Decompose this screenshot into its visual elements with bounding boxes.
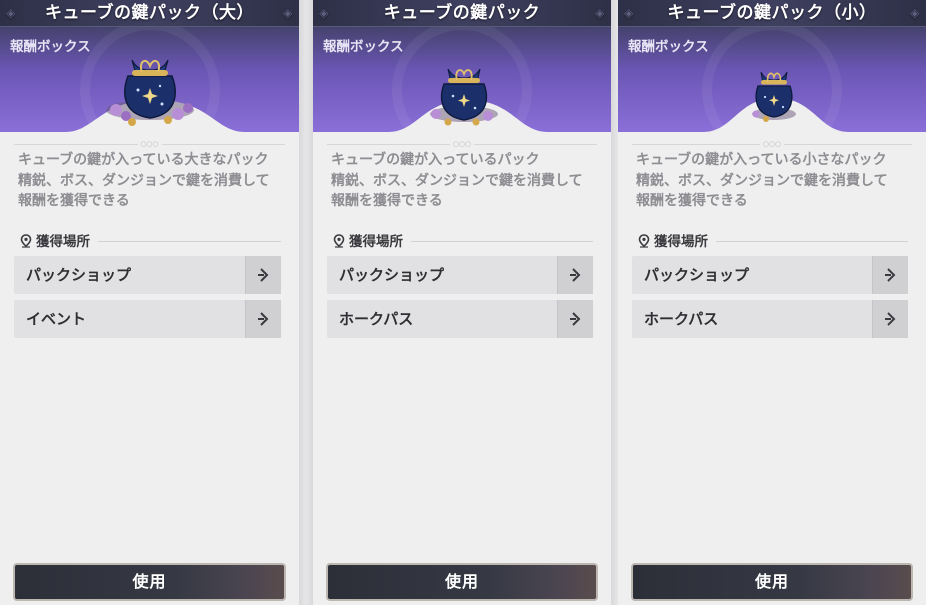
go-arrow-icon[interactable] bbox=[872, 300, 908, 338]
panel-header: ◈ キューブの鍵パック ◈ 報酬ボックス bbox=[313, 0, 611, 132]
title-ornament-icon: ◈ bbox=[624, 6, 634, 20]
use-button[interactable]: 使用 bbox=[13, 563, 286, 601]
source-link-pack-shop[interactable]: パックショップ bbox=[327, 256, 593, 294]
panel-header: ◈ キューブの鍵パック（大） ◈ 報酬ボックス bbox=[0, 0, 299, 132]
location-pin-icon bbox=[638, 234, 650, 248]
title-ornament-icon: ◈ bbox=[319, 6, 329, 20]
item-title-bar: ◈ キューブの鍵パック（小） ◈ bbox=[618, 0, 926, 27]
sources-divider bbox=[716, 241, 908, 242]
source-link-event[interactable]: イベント bbox=[14, 300, 281, 338]
item-panel-small: ◈ キューブの鍵パック（小） ◈ 報酬ボックス ○○○ キューブの鍵が入っている… bbox=[618, 0, 926, 605]
description-line: キューブの鍵が入っている小さなパック bbox=[636, 152, 887, 168]
title-ornament-icon: ◈ bbox=[910, 6, 920, 20]
sources-heading: 獲得場所 bbox=[637, 233, 708, 251]
go-arrow-icon[interactable] bbox=[557, 256, 593, 294]
source-label: イベント bbox=[26, 310, 87, 328]
description-line: 精鋭、ボス、ダンジョンで鍵を消費して bbox=[331, 172, 583, 189]
item-panel-medium: ◈ キューブの鍵パック ◈ 報酬ボックス ○○○ キューブの鍵が入っているパック… bbox=[313, 0, 611, 605]
sources-title: 獲得場所 bbox=[654, 234, 708, 250]
divider: ○○○ bbox=[327, 140, 597, 148]
divider: ○○○ bbox=[14, 140, 285, 148]
item-description: キューブの鍵が入っている大きなパック 精鋭、ボス、ダンジョンで鍵を消費して 報酬… bbox=[18, 150, 289, 212]
description-line: 報酬を獲得できる bbox=[331, 193, 443, 209]
item-title-bar: ◈ キューブの鍵パック（大） ◈ bbox=[0, 0, 299, 27]
item-title: キューブの鍵パック（小） bbox=[667, 3, 877, 23]
source-label: ホークパス bbox=[339, 310, 414, 328]
medium-key-pouch-icon bbox=[430, 68, 498, 126]
panel-header: ◈ キューブの鍵パック（小） ◈ 報酬ボックス bbox=[618, 0, 926, 132]
source-label: ホークパス bbox=[644, 310, 719, 328]
title-ornament-icon: ◈ bbox=[283, 6, 293, 20]
go-arrow-icon[interactable] bbox=[245, 256, 281, 294]
use-button[interactable]: 使用 bbox=[326, 563, 598, 601]
item-category: 報酬ボックス bbox=[10, 39, 91, 55]
item-category: 報酬ボックス bbox=[323, 39, 404, 55]
item-description: キューブの鍵が入っている小さなパック 精鋭、ボス、ダンジョンで鍵を消費して 報酬… bbox=[636, 150, 916, 212]
location-pin-icon bbox=[20, 234, 32, 248]
description-line: 精鋭、ボス、ダンジョンで鍵を消費して bbox=[636, 172, 888, 189]
source-link-pack-shop[interactable]: パックショップ bbox=[632, 256, 908, 294]
description-line: 精鋭、ボス、ダンジョンで鍵を消費して bbox=[18, 172, 270, 189]
sources-divider bbox=[98, 241, 281, 242]
small-key-pouch-icon bbox=[752, 71, 796, 122]
description-line: キューブの鍵が入っている大きなパック bbox=[18, 152, 269, 168]
item-panel-large: ◈ キューブの鍵パック（大） ◈ 報酬ボックス ○○○ キューブの鍵が入っている… bbox=[0, 0, 299, 605]
location-pin-icon bbox=[333, 234, 345, 248]
item-category: 報酬ボックス bbox=[628, 39, 709, 55]
go-arrow-icon[interactable] bbox=[557, 300, 593, 338]
description-line: キューブの鍵が入っているパック bbox=[331, 152, 540, 168]
item-title: キューブの鍵パック（大） bbox=[45, 3, 254, 23]
divider: ○○○ bbox=[632, 140, 912, 148]
large-key-pouch-icon bbox=[105, 59, 194, 126]
use-button[interactable]: 使用 bbox=[631, 563, 913, 601]
source-label: パックショップ bbox=[26, 266, 132, 284]
sources-title: 獲得場所 bbox=[36, 234, 90, 250]
sources-title: 獲得場所 bbox=[349, 234, 403, 250]
source-link-hawk-pass[interactable]: ホークパス bbox=[327, 300, 593, 338]
source-link-hawk-pass[interactable]: ホークパス bbox=[632, 300, 908, 338]
title-ornament-icon: ◈ bbox=[6, 6, 16, 20]
sources-heading: 獲得場所 bbox=[332, 233, 403, 251]
description-line: 報酬を獲得できる bbox=[636, 193, 748, 209]
item-description: キューブの鍵が入っているパック 精鋭、ボス、ダンジョンで鍵を消費して 報酬を獲得… bbox=[331, 150, 601, 212]
source-label: パックショップ bbox=[644, 266, 750, 284]
description-line: 報酬を獲得できる bbox=[18, 193, 130, 209]
go-arrow-icon[interactable] bbox=[872, 256, 908, 294]
sources-divider bbox=[411, 241, 593, 242]
go-arrow-icon[interactable] bbox=[245, 300, 281, 338]
title-ornament-icon: ◈ bbox=[595, 6, 605, 20]
item-title-bar: ◈ キューブの鍵パック ◈ bbox=[313, 0, 611, 27]
item-title: キューブの鍵パック bbox=[383, 3, 541, 23]
source-label: パックショップ bbox=[339, 266, 445, 284]
source-link-pack-shop[interactable]: パックショップ bbox=[14, 256, 281, 294]
panel-gap bbox=[299, 0, 313, 605]
sources-heading: 獲得場所 bbox=[19, 233, 90, 251]
